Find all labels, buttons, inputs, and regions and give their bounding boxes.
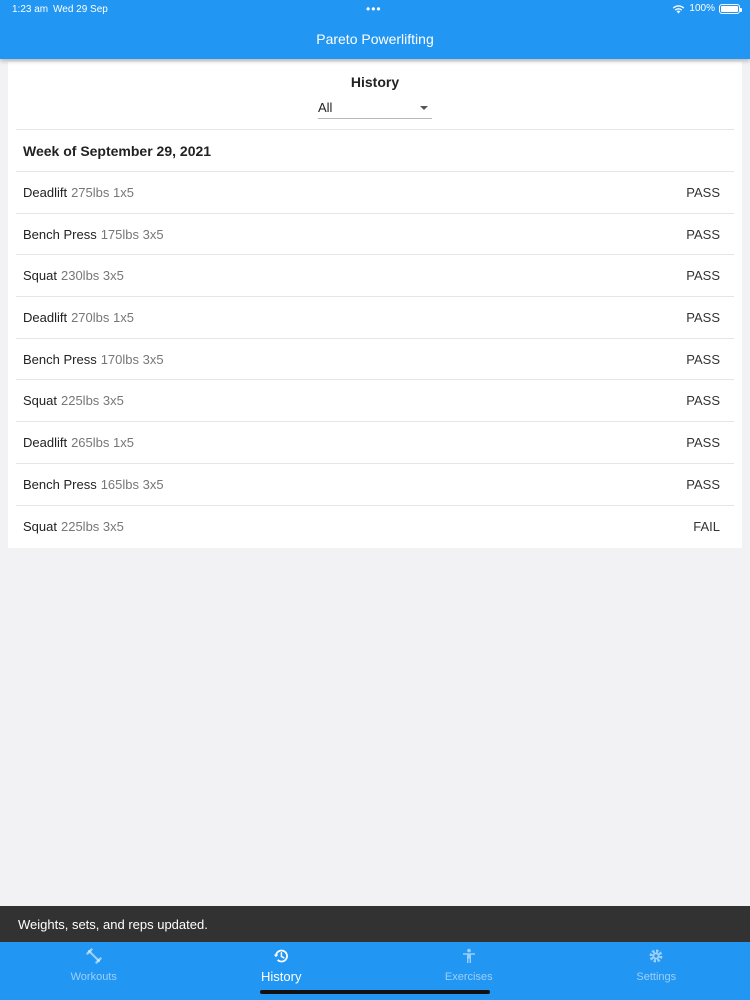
wifi-icon xyxy=(673,4,685,13)
result-label: FAIL xyxy=(693,518,720,534)
history-row[interactable]: Deadlift 275lbs 1x5 PASS xyxy=(16,172,734,214)
history-row[interactable]: Bench Press 165lbs 3x5 PASS xyxy=(16,464,734,506)
history-row[interactable]: Deadlift 265lbs 1x5 PASS xyxy=(16,422,734,464)
exercise-detail: 225lbs 3x5 xyxy=(60,393,124,409)
result-label: PASS xyxy=(686,434,720,450)
status-date: Wed 29 Sep xyxy=(53,4,108,15)
history-row[interactable]: Bench Press 175lbs 3x5 PASS xyxy=(16,214,734,256)
battery-percentage: 100% xyxy=(689,3,715,14)
exercise-name: Bench Press xyxy=(23,226,97,242)
workout-icon xyxy=(86,948,102,964)
history-card: History All Week of September 29, 2021 D… xyxy=(8,62,742,548)
result-label: PASS xyxy=(686,184,720,200)
result-label: PASS xyxy=(686,268,720,284)
status-time: 1:23 am xyxy=(12,4,49,15)
nav-workouts[interactable]: Workouts xyxy=(0,942,188,1000)
gear-icon xyxy=(649,949,663,963)
exercise-name: Squat xyxy=(23,518,57,534)
exercise-detail: 165lbs 3x5 xyxy=(100,476,164,492)
exercise-name: Deadlift xyxy=(23,434,68,450)
history-row[interactable]: Squat 225lbs 3x5 FAIL xyxy=(16,506,734,548)
exercise-name: Bench Press xyxy=(23,476,97,492)
section-title: History xyxy=(350,74,400,90)
history-list: Week of September 29, 2021 Deadlift 275l… xyxy=(16,129,734,547)
status-bar: 1:23 am Wed 29 Sep ••• 100% xyxy=(0,0,750,18)
result-label: PASS xyxy=(686,476,720,492)
history-row[interactable]: Squat 230lbs 3x5 PASS xyxy=(16,255,734,298)
app-title: Pareto Powerlifting xyxy=(316,31,434,47)
multitask-dots-icon[interactable]: ••• xyxy=(366,2,382,16)
history-filter-dropdown[interactable]: All xyxy=(318,97,432,119)
history-row[interactable]: Deadlift 270lbs 1x5 PASS xyxy=(16,297,734,339)
nav-label: Workouts xyxy=(70,971,117,983)
status-right: 100% xyxy=(672,3,742,14)
home-indicator[interactable] xyxy=(260,990,490,994)
person-icon xyxy=(462,948,475,963)
exercise-detail: 175lbs 3x5 xyxy=(100,226,164,242)
exercise-name: Squat xyxy=(23,268,57,284)
exercise-detail: 225lbs 3x5 xyxy=(60,518,124,534)
app-bar: 1:23 am Wed 29 Sep ••• 100% Pareto Power… xyxy=(0,0,750,59)
result-label: PASS xyxy=(686,309,720,325)
result-label: PASS xyxy=(686,393,720,409)
history-row[interactable]: Squat 225lbs 3x5 PASS xyxy=(16,380,734,423)
filter-selected-value: All xyxy=(318,100,333,115)
result-label: PASS xyxy=(686,351,720,367)
nav-label: Settings xyxy=(636,971,677,983)
exercise-name: Squat xyxy=(23,393,57,409)
snackbar-message: Weights, sets, and reps updated. xyxy=(18,916,208,932)
exercise-name: Deadlift xyxy=(23,184,68,200)
snackbar: Weights, sets, and reps updated. xyxy=(0,906,750,942)
battery-icon xyxy=(719,3,742,14)
exercise-detail: 265lbs 1x5 xyxy=(71,434,134,450)
exercise-detail: 270lbs 1x5 xyxy=(71,309,134,325)
caret-down-icon xyxy=(420,106,428,110)
exercise-detail: 230lbs 3x5 xyxy=(60,268,124,284)
exercise-name: Bench Press xyxy=(23,351,97,367)
exercise-name: Deadlift xyxy=(23,309,68,325)
result-label: PASS xyxy=(686,226,720,242)
exercise-detail: 275lbs 1x5 xyxy=(71,184,134,200)
history-row[interactable]: Bench Press 170lbs 3x5 PASS xyxy=(16,339,734,381)
nav-settings[interactable]: Settings xyxy=(563,942,750,1000)
nav-label: History xyxy=(261,969,302,984)
history-icon xyxy=(274,949,289,963)
week-header: Week of September 29, 2021 xyxy=(16,130,734,172)
exercise-detail: 170lbs 3x5 xyxy=(100,351,164,367)
nav-label: Exercises xyxy=(444,971,493,983)
